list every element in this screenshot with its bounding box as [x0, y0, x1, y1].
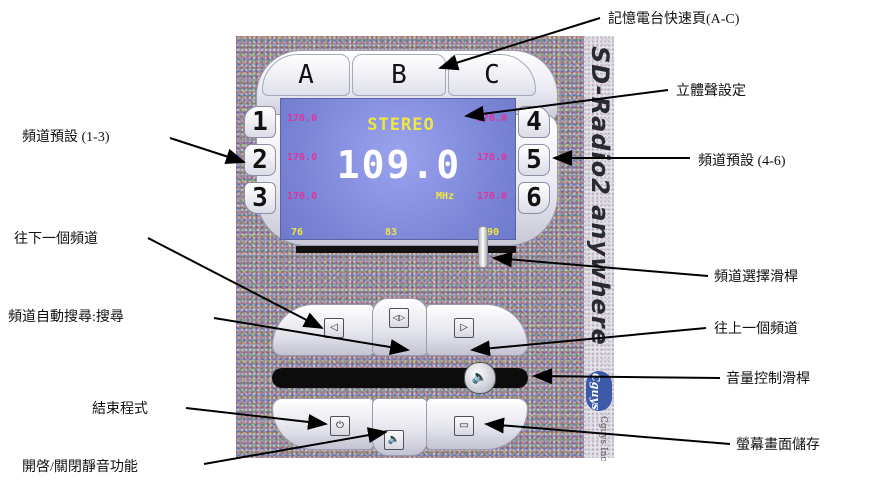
- preset-3-freq: 176.0: [287, 191, 318, 202]
- screenshot-save-button[interactable]: ▭: [454, 416, 474, 436]
- callout-volume-slider: 音量控制滑桿: [726, 372, 810, 387]
- scale-label-low: 76: [291, 227, 304, 238]
- company-name: Cguys Inc: [598, 416, 608, 462]
- preset-button-6[interactable]: 6: [518, 182, 550, 214]
- preset-button-1[interactable]: 1: [244, 106, 276, 138]
- upper-pad-right: [426, 304, 528, 356]
- mute-toggle-button[interactable]: 🔈: [384, 430, 404, 450]
- scale-label-mid: 83: [385, 227, 398, 238]
- lcd-display: 176.0 176.0 176.0 176.0 176.0 176.0 STER…: [280, 98, 516, 240]
- app-title: SD-Radio2 anywhere: [586, 46, 614, 346]
- scale-label-high: 90: [487, 227, 500, 238]
- callout-stereo: 立體聲設定: [676, 84, 746, 99]
- preset-button-4[interactable]: 4: [518, 106, 550, 138]
- lower-pad-right: [426, 398, 528, 450]
- frequency-unit: MHz: [436, 191, 455, 202]
- callout-mute: 開啓/關閉靜音功能: [22, 460, 138, 475]
- arrow-presets-left: [169, 137, 246, 165]
- previous-channel-button[interactable]: ◁: [324, 318, 344, 338]
- volume-slider-knob[interactable]: 🔈: [464, 362, 496, 394]
- preset-button-5[interactable]: 5: [518, 144, 550, 176]
- preset-6-freq: 176.0: [477, 191, 508, 202]
- callout-prev-channel: 往下一個頻道: [14, 232, 98, 247]
- preset-button-3[interactable]: 3: [244, 182, 276, 214]
- callout-next-channel: 往上一個頻道: [714, 322, 798, 337]
- callout-presets-left: 頻道預設 (1-3): [22, 130, 110, 145]
- auto-seek-button[interactable]: ◁▷: [389, 308, 409, 328]
- lower-pad-left: [272, 398, 374, 450]
- logo-text: Cguys: [589, 373, 602, 411]
- callout-memory-pages: 記憶電台快速頁(A-C): [608, 12, 740, 27]
- preset-1-freq: 176.0: [287, 113, 318, 124]
- preset-button-2[interactable]: 2: [244, 144, 276, 176]
- frequency-readout: 109.0: [336, 143, 462, 187]
- memory-page-tab-b[interactable]: B: [352, 54, 446, 96]
- radio-device: SD-Radio2 anywhere Cguys Cguys Inc A B C…: [236, 36, 614, 462]
- company-logo: Cguys: [586, 371, 612, 411]
- callout-presets-right: 頻道預設 (4-6): [698, 154, 786, 169]
- exit-power-button[interactable]: ⏻: [330, 416, 350, 436]
- preset-4-freq: 176.0: [477, 113, 508, 124]
- upper-pad-left: [272, 304, 374, 356]
- preset-2-freq: 176.0: [287, 152, 318, 163]
- callout-tuning-slider: 頻道選擇滑桿: [714, 270, 798, 285]
- preset-5-freq: 176.0: [477, 152, 508, 163]
- stereo-indicator[interactable]: STEREO: [351, 115, 451, 135]
- tuning-slider-thumb[interactable]: [478, 226, 488, 268]
- callout-snapshot: 螢幕畫面儲存: [736, 438, 820, 453]
- callout-seek: 頻道自動搜尋:搜尋: [8, 310, 124, 325]
- next-channel-button[interactable]: ▷: [454, 318, 474, 338]
- callout-exit: 結束程式: [92, 402, 148, 417]
